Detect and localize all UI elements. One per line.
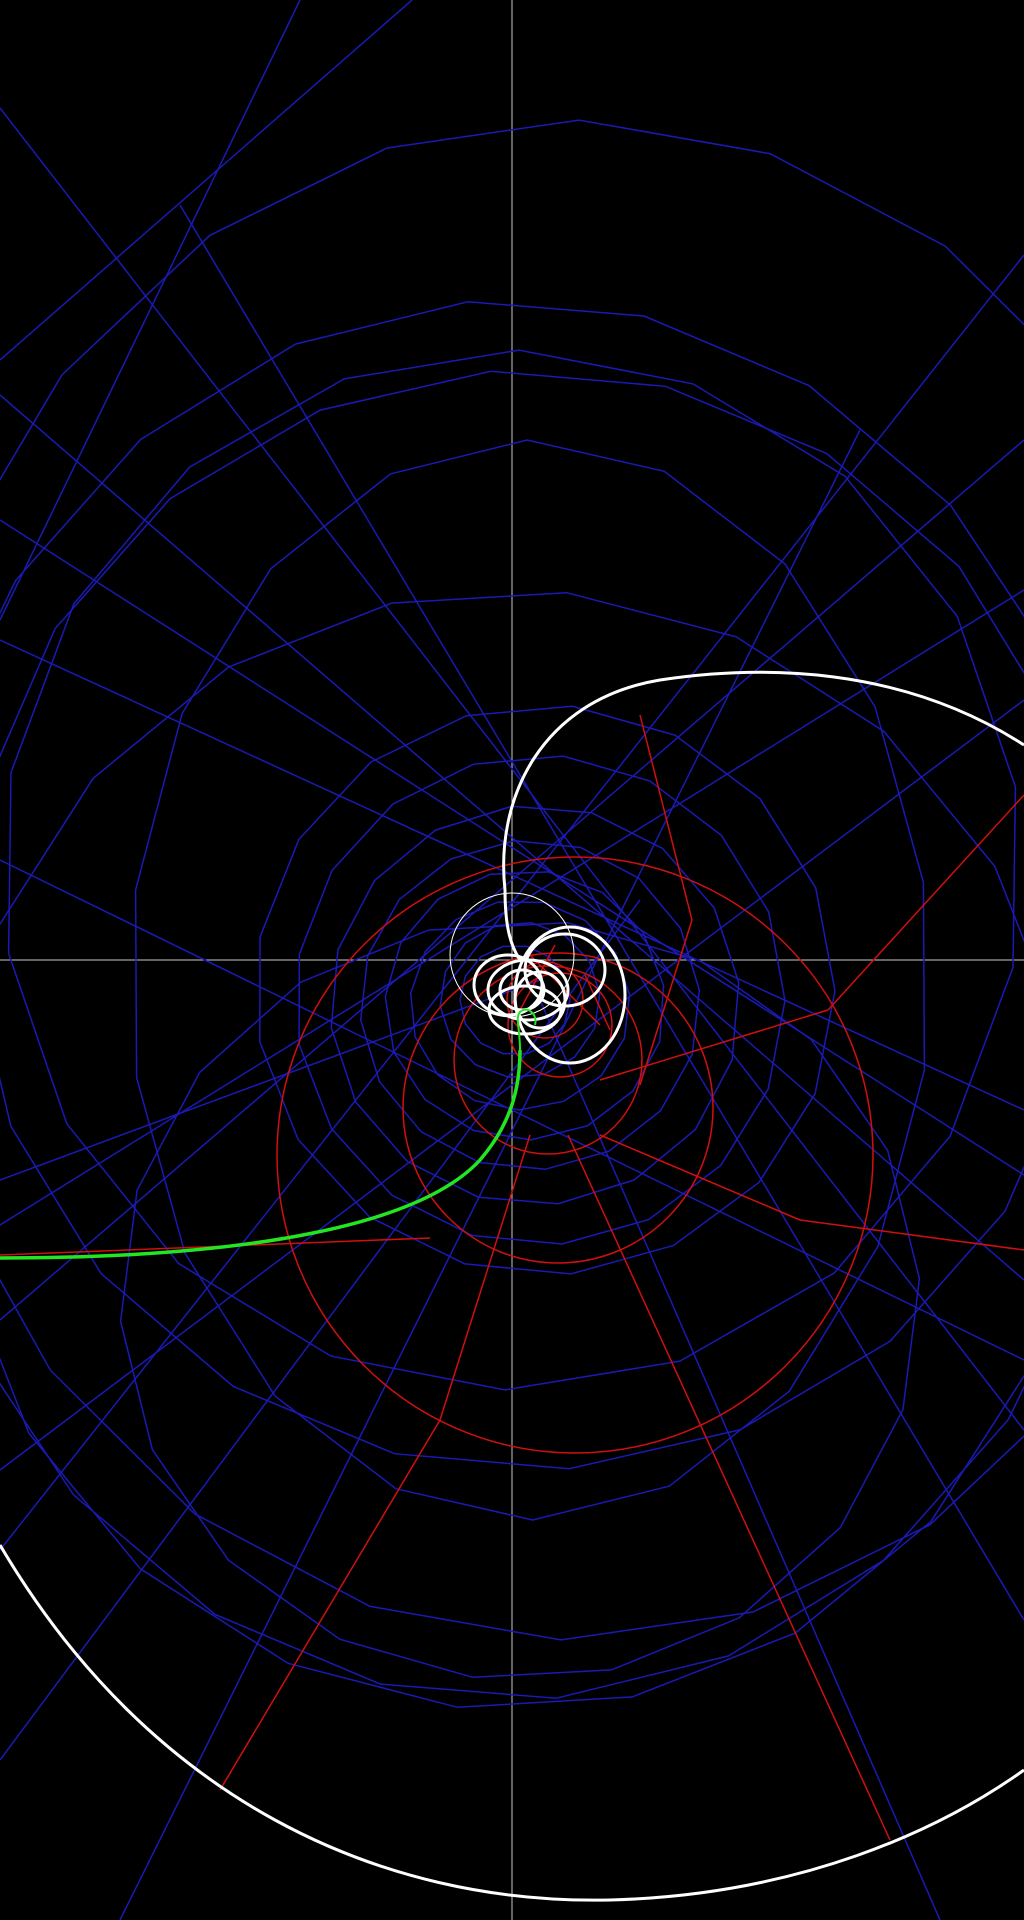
- spiral-construction-canvas: [0, 0, 1024, 1920]
